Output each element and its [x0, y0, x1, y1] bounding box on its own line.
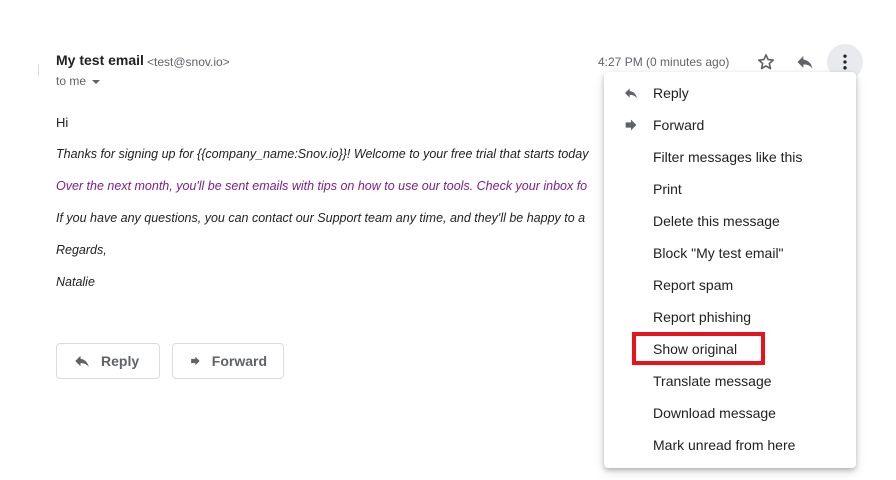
menu-item-report-spam[interactable]: Report spam [604, 269, 856, 301]
menu-item-label: Filter messages like this [653, 149, 803, 165]
more-vert-icon [843, 54, 847, 70]
body-line: If you have any questions, you can conta… [56, 211, 586, 225]
signature-name: Natalie [56, 275, 95, 289]
menu-item-label: Block "My test email" [653, 245, 784, 261]
recipient-label: to me [56, 74, 87, 88]
menu-item-label: Mark unread from here [653, 437, 796, 453]
caret-down-icon [92, 79, 101, 84]
signoff: Regards, [56, 243, 107, 257]
reply-button[interactable]: Reply [56, 343, 160, 379]
menu-item-filter-messages[interactable]: Filter messages like this [604, 141, 856, 173]
menu-item-delete[interactable]: Delete this message [604, 205, 856, 237]
menu-item-download[interactable]: Download message [604, 397, 856, 429]
menu-item-report-phishing[interactable]: Report phishing [604, 301, 856, 333]
menu-item-label: Report phishing [653, 309, 752, 325]
reply-icon [75, 355, 89, 367]
menu-item-print[interactable]: Print [604, 173, 856, 205]
menu-item-label: Translate message [653, 373, 772, 389]
more-options-menu: Reply Forward Filter messages like this … [604, 72, 856, 468]
menu-item-label: Reply [653, 85, 689, 101]
menu-item-label: Delete this message [653, 213, 780, 229]
menu-item-mark-unread[interactable]: Mark unread from here [604, 429, 856, 461]
menu-item-block[interactable]: Block "My test email" [604, 237, 856, 269]
menu-item-label: Report spam [653, 277, 734, 293]
forward-button[interactable]: Forward [172, 343, 284, 379]
menu-item-label: Forward [653, 117, 705, 133]
body-line: Thanks for signing up for {{company_name… [56, 147, 589, 161]
menu-item-translate[interactable]: Translate message [604, 365, 856, 397]
forward-icon [622, 117, 640, 133]
menu-item-label: Download message [653, 405, 776, 421]
divider [38, 64, 39, 76]
recipient-details-toggle[interactable]: to me [56, 74, 101, 88]
menu-item-forward[interactable]: Forward [604, 109, 856, 141]
menu-item-label: Print [653, 181, 682, 197]
sender-email: <test@snov.io> [147, 55, 230, 69]
greeting: Hi [56, 115, 69, 130]
highlight-annotation [632, 332, 765, 365]
reply-icon [622, 85, 640, 101]
menu-item-reply[interactable]: Reply [604, 77, 856, 109]
sender-name: My test email [56, 52, 144, 68]
timestamp: 4:27 PM (0 minutes ago) [598, 55, 730, 69]
reply-icon[interactable] [793, 50, 817, 74]
forward-icon [191, 356, 200, 366]
reply-button-label: Reply [101, 353, 140, 369]
body-line: Over the next month, you'll be sent emai… [56, 179, 588, 193]
star-icon[interactable] [754, 50, 778, 74]
forward-button-label: Forward [211, 353, 267, 369]
